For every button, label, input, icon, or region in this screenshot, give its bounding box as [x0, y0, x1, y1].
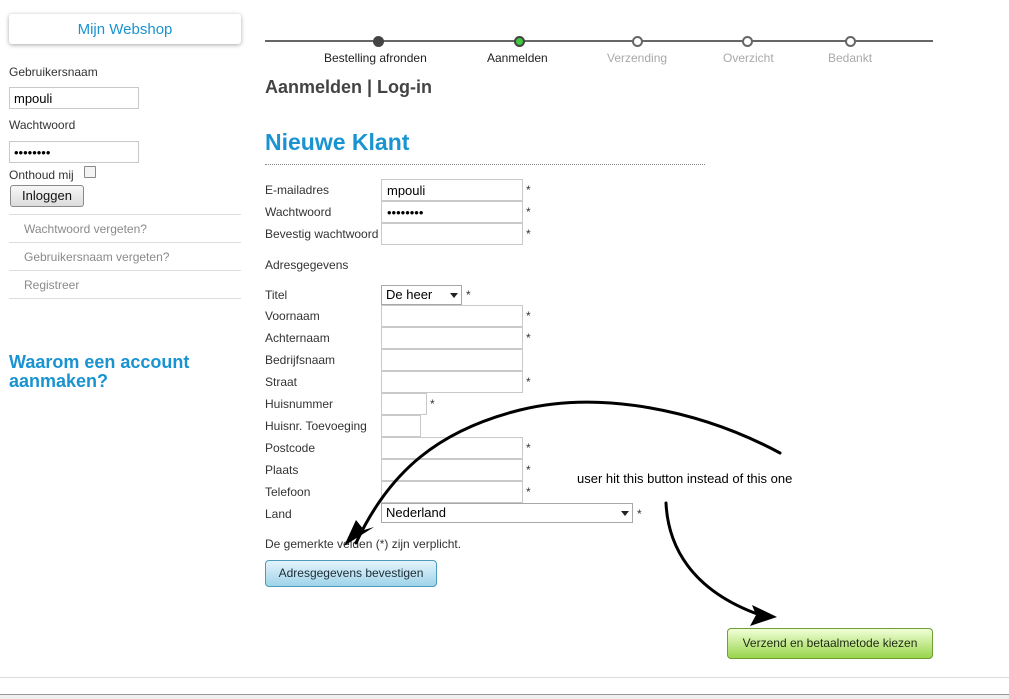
- annotation-arrow-right: [664, 501, 762, 617]
- annotation-arrowhead-left: [344, 520, 374, 546]
- window-bottom-edge: [0, 694, 1009, 699]
- annotation-arrows: [344, 400, 782, 626]
- annotation-arrowhead-right: [750, 605, 777, 626]
- footer-divider: [0, 677, 1009, 678]
- shipping-payment-button[interactable]: Verzend en betaalmetode kiezen: [727, 628, 933, 659]
- annotation-arrow-left: [354, 400, 782, 545]
